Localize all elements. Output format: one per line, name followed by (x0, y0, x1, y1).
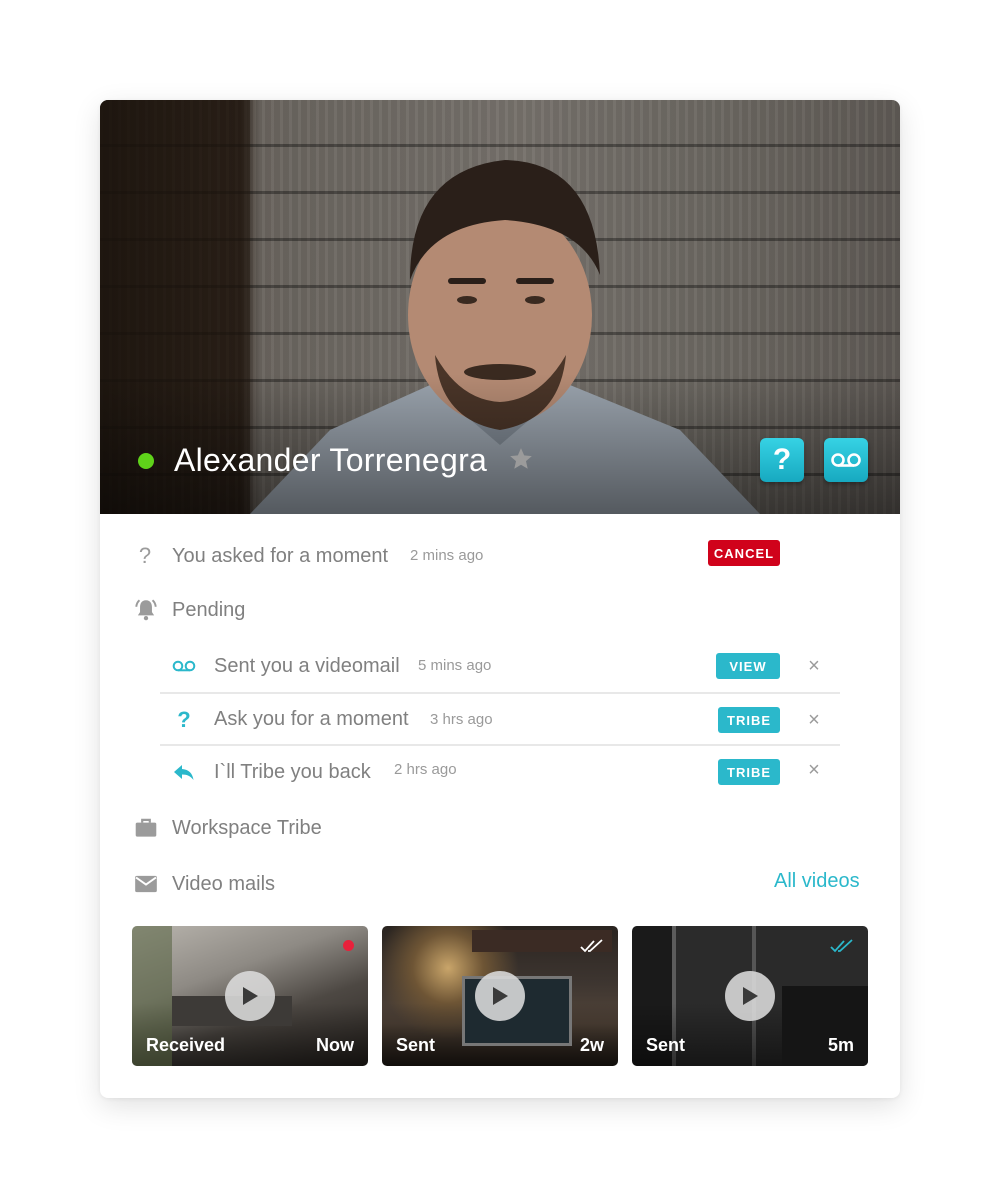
unseen-dot (343, 940, 354, 951)
online-status-dot (138, 453, 154, 469)
contact-card: Alexander Torrenegra ? ? You asked for a… (100, 100, 900, 1098)
reply-icon (174, 765, 194, 780)
cancel-button[interactable]: CANCEL (708, 540, 780, 566)
voicemail-icon (172, 660, 196, 672)
pending-item: Sent you a videomail 5 mins ago VIEW × (100, 646, 900, 686)
video-feed[interactable]: Alexander Torrenegra ? (100, 100, 900, 514)
video-mail-thumbnail[interactable]: Sent 2w (382, 926, 618, 1066)
video-mail-thumbnail[interactable]: Received Now (132, 926, 368, 1066)
pending-item-time: 5 mins ago (418, 657, 492, 674)
silhouette-decoration (782, 986, 868, 1066)
video-mail-thumbnail[interactable]: Sent 5m (632, 926, 868, 1066)
tribe-button[interactable]: TRIBE (718, 759, 780, 785)
workspace-label: Workspace Tribe (172, 817, 322, 839)
thumbnail-direction: Received (146, 1035, 226, 1055)
play-button[interactable] (225, 971, 275, 1021)
play-icon (243, 987, 258, 1005)
tribe-button[interactable]: TRIBE (718, 707, 780, 733)
play-icon (493, 987, 508, 1005)
mail-icon (135, 875, 157, 893)
pending-item-time: 3 hrs ago (430, 711, 493, 728)
play-icon (743, 987, 758, 1005)
thumbnail-age: 2w (579, 1035, 604, 1055)
thumbnail-age: Now (316, 1035, 354, 1055)
pending-item: ? Ask you for a moment 3 hrs ago TRIBE × (100, 700, 900, 740)
thumbnail-direction: Sent (396, 1035, 436, 1055)
workspace-row[interactable]: Workspace Tribe (100, 808, 900, 848)
thumbnail-age: 5m (827, 1035, 854, 1055)
bell-icon (135, 599, 157, 621)
dismiss-icon[interactable]: × (805, 656, 823, 676)
contact-name: Alexander Torrenegra (174, 442, 488, 478)
pending-header: Pending (100, 590, 900, 630)
briefcase-icon (135, 818, 157, 837)
question-icon: ? (772, 443, 792, 476)
seen-checkmarks-icon (830, 939, 853, 953)
pending-item-time: 2 hrs ago (394, 761, 457, 778)
pending-item: I`ll Tribe you back 2 hrs ago TRIBE × (100, 752, 900, 792)
divider (160, 744, 840, 746)
moment-request-label: You asked for a moment (172, 545, 389, 567)
all-videos-link[interactable]: All videos (774, 870, 860, 893)
thumbnail-direction: Sent (646, 1035, 686, 1055)
dismiss-icon[interactable]: × (805, 710, 823, 730)
view-button[interactable]: VIEW (716, 653, 780, 679)
moment-request-time: 2 mins ago (410, 547, 484, 564)
play-button[interactable] (475, 971, 525, 1021)
seen-checkmarks-icon (580, 939, 603, 953)
dismiss-icon[interactable]: × (805, 760, 823, 780)
star-icon[interactable] (508, 446, 534, 472)
pending-item-label: I`ll Tribe you back (214, 761, 371, 783)
moment-request-row: ? You asked for a moment 2 mins ago CANC… (100, 536, 900, 576)
question-icon: ? (138, 543, 152, 568)
play-button[interactable] (725, 971, 775, 1021)
pending-item-label: Ask you for a moment (214, 708, 409, 730)
pending-label: Pending (172, 599, 246, 621)
videomail-button[interactable] (824, 438, 868, 482)
question-icon: ? (177, 707, 191, 732)
voicemail-icon (831, 453, 861, 467)
pending-item-label: Sent you a videomail (214, 655, 400, 677)
divider (160, 692, 840, 694)
ask-moment-button[interactable]: ? (760, 438, 804, 482)
video-mails-label: Video mails (172, 873, 276, 895)
